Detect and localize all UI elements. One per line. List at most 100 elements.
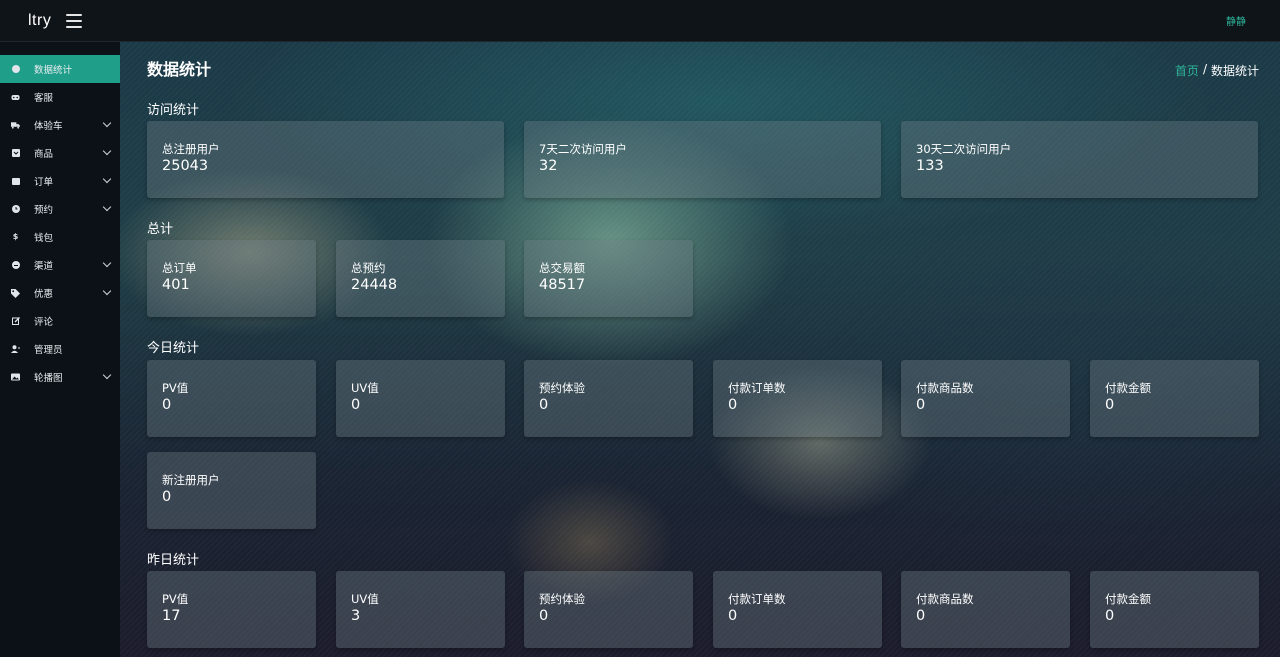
section-title-total: 总计 xyxy=(147,222,174,237)
sidebar-item-channels[interactable]: 渠道 xyxy=(0,251,120,279)
edit-icon xyxy=(11,317,20,326)
stat-card: 付款订单数 0 xyxy=(713,360,882,437)
stat-value: 0 xyxy=(539,608,549,624)
stat-value: 0 xyxy=(1105,608,1115,624)
sidebar-item-admins[interactable]: 管理员 xyxy=(0,335,120,363)
sidebar-item-discounts[interactable]: 优惠 xyxy=(0,279,120,307)
stat-card: PV值 0 xyxy=(147,360,316,437)
stat-value: 0 xyxy=(916,397,926,413)
user-menu[interactable]: 静静 xyxy=(1226,13,1246,28)
sidebar-item-label: 商品 xyxy=(34,149,54,160)
chevron-down-icon xyxy=(102,370,112,380)
stat-value: 0 xyxy=(728,608,738,624)
stat-card: 预约体验 0 xyxy=(524,360,693,437)
sidebar-item-label: 管理员 xyxy=(34,345,63,356)
stat-value: 32 xyxy=(539,158,558,174)
breadcrumb-separator: / xyxy=(1202,62,1207,76)
main-content: 数据统计 首页 / 数据统计 访问统计 总注册用户 25043 7天二次访问用户… xyxy=(120,42,1280,657)
stat-card: 总交易额 48517 xyxy=(524,240,693,317)
stat-label: PV值 xyxy=(162,592,189,606)
stat-card: 付款金额 0 xyxy=(1090,571,1259,648)
sidebar-item-label: 轮播图 xyxy=(34,373,63,384)
stat-card: UV值 3 xyxy=(336,571,505,648)
stat-value: 48517 xyxy=(539,277,586,293)
sidebar-item-data-stats[interactable]: 数据统计 xyxy=(0,55,120,83)
stat-card: 7天二次访问用户 32 xyxy=(524,121,881,198)
stat-label: 总交易额 xyxy=(539,261,585,275)
page-title: 数据统计 xyxy=(147,60,212,79)
stat-value: 17 xyxy=(162,608,181,624)
menu-toggle-icon[interactable] xyxy=(66,13,82,28)
stat-label: UV值 xyxy=(351,592,379,606)
stat-value: 0 xyxy=(162,397,172,413)
stat-label: 预约体验 xyxy=(539,592,585,606)
stat-card: 付款商品数 0 xyxy=(901,571,1070,648)
stat-card: 付款订单数 0 xyxy=(713,571,882,648)
stat-card: 付款商品数 0 xyxy=(901,360,1070,437)
top-bar: ltry 静静 xyxy=(0,0,1280,42)
pie-chart-icon xyxy=(11,65,20,74)
product-icon xyxy=(11,149,20,158)
stat-label: 付款订单数 xyxy=(728,592,786,606)
stat-label: 付款金额 xyxy=(1105,381,1151,395)
sidebar-item-orders[interactable]: 订单 xyxy=(0,167,120,195)
sidebar-item-carousel[interactable]: 轮播图 xyxy=(0,363,120,391)
truck-icon xyxy=(11,121,20,130)
section-title-yesterday: 昨日统计 xyxy=(147,553,200,568)
stat-label: 总预约 xyxy=(351,261,386,275)
sidebar-item-label: 评论 xyxy=(34,317,54,328)
stat-value: 0 xyxy=(916,608,926,624)
section-title-visit: 访问统计 xyxy=(147,103,200,118)
stat-value: 25043 xyxy=(162,158,209,174)
breadcrumb-current: 数据统计 xyxy=(1210,64,1259,78)
stat-label: 新注册用户 xyxy=(162,473,220,487)
sidebar-item-comments[interactable]: 评论 xyxy=(0,307,120,335)
stat-label: 付款商品数 xyxy=(916,592,974,606)
stat-card: 付款金额 0 xyxy=(1090,360,1259,437)
stat-value: 24448 xyxy=(351,277,398,293)
clock-icon xyxy=(11,205,20,214)
stat-card: PV值 17 xyxy=(147,571,316,648)
chevron-down-icon xyxy=(102,202,112,212)
section-title-today: 今日统计 xyxy=(147,341,200,356)
user-icon xyxy=(11,345,20,354)
stat-label: 预约体验 xyxy=(539,381,585,395)
dollar-icon: $ xyxy=(12,232,19,241)
headset-icon xyxy=(11,93,20,102)
tag-icon xyxy=(11,288,20,298)
stat-label: 付款订单数 xyxy=(728,381,786,395)
stat-card: 30天二次访问用户 133 xyxy=(901,121,1258,198)
stat-label: 付款商品数 xyxy=(916,381,974,395)
stat-value: 133 xyxy=(916,158,944,174)
chevron-down-icon xyxy=(102,118,112,128)
sidebar-item-appointments[interactable]: 预约 xyxy=(0,195,120,223)
sidebar-item-test-car[interactable]: 体验车 xyxy=(0,111,120,139)
stat-value: 0 xyxy=(162,489,172,505)
stat-card: 总预约 24448 xyxy=(336,240,505,317)
sidebar-item-label: 数据统计 xyxy=(34,65,73,76)
chevron-down-icon xyxy=(102,174,112,184)
stat-value: 3 xyxy=(351,608,361,624)
stat-label: 30天二次访问用户 xyxy=(916,142,1012,156)
chevron-down-icon xyxy=(102,146,112,156)
sidebar-item-customer-service[interactable]: 客服 xyxy=(0,83,120,111)
stat-value: 401 xyxy=(162,277,190,293)
minus-circle-icon xyxy=(11,261,20,270)
order-icon xyxy=(11,177,20,186)
sidebar-item-label: 钱包 xyxy=(34,233,54,244)
stat-label: 付款金额 xyxy=(1105,592,1151,606)
chevron-down-icon xyxy=(102,286,112,296)
stat-label: 总注册用户 xyxy=(162,142,220,156)
sidebar-item-products[interactable]: 商品 xyxy=(0,139,120,167)
sidebar: 数据统计 客服 体验车 商品 订单 预约 $ 钱包 渠道 优惠 评论 管理员 轮… xyxy=(0,42,120,657)
brand-logo[interactable]: ltry xyxy=(0,12,120,30)
sidebar-item-label: 渠道 xyxy=(34,261,54,272)
stat-label: 7天二次访问用户 xyxy=(539,142,627,156)
sidebar-item-label: 客服 xyxy=(34,93,54,104)
image-icon xyxy=(11,373,20,382)
stat-value: 0 xyxy=(728,397,738,413)
stat-card: 总订单 401 xyxy=(147,240,316,317)
breadcrumb-home-link[interactable]: 首页 xyxy=(1175,62,1199,79)
sidebar-item-wallet[interactable]: $ 钱包 xyxy=(0,223,120,251)
breadcrumb: 首页 / 数据统计 xyxy=(1175,62,1259,79)
